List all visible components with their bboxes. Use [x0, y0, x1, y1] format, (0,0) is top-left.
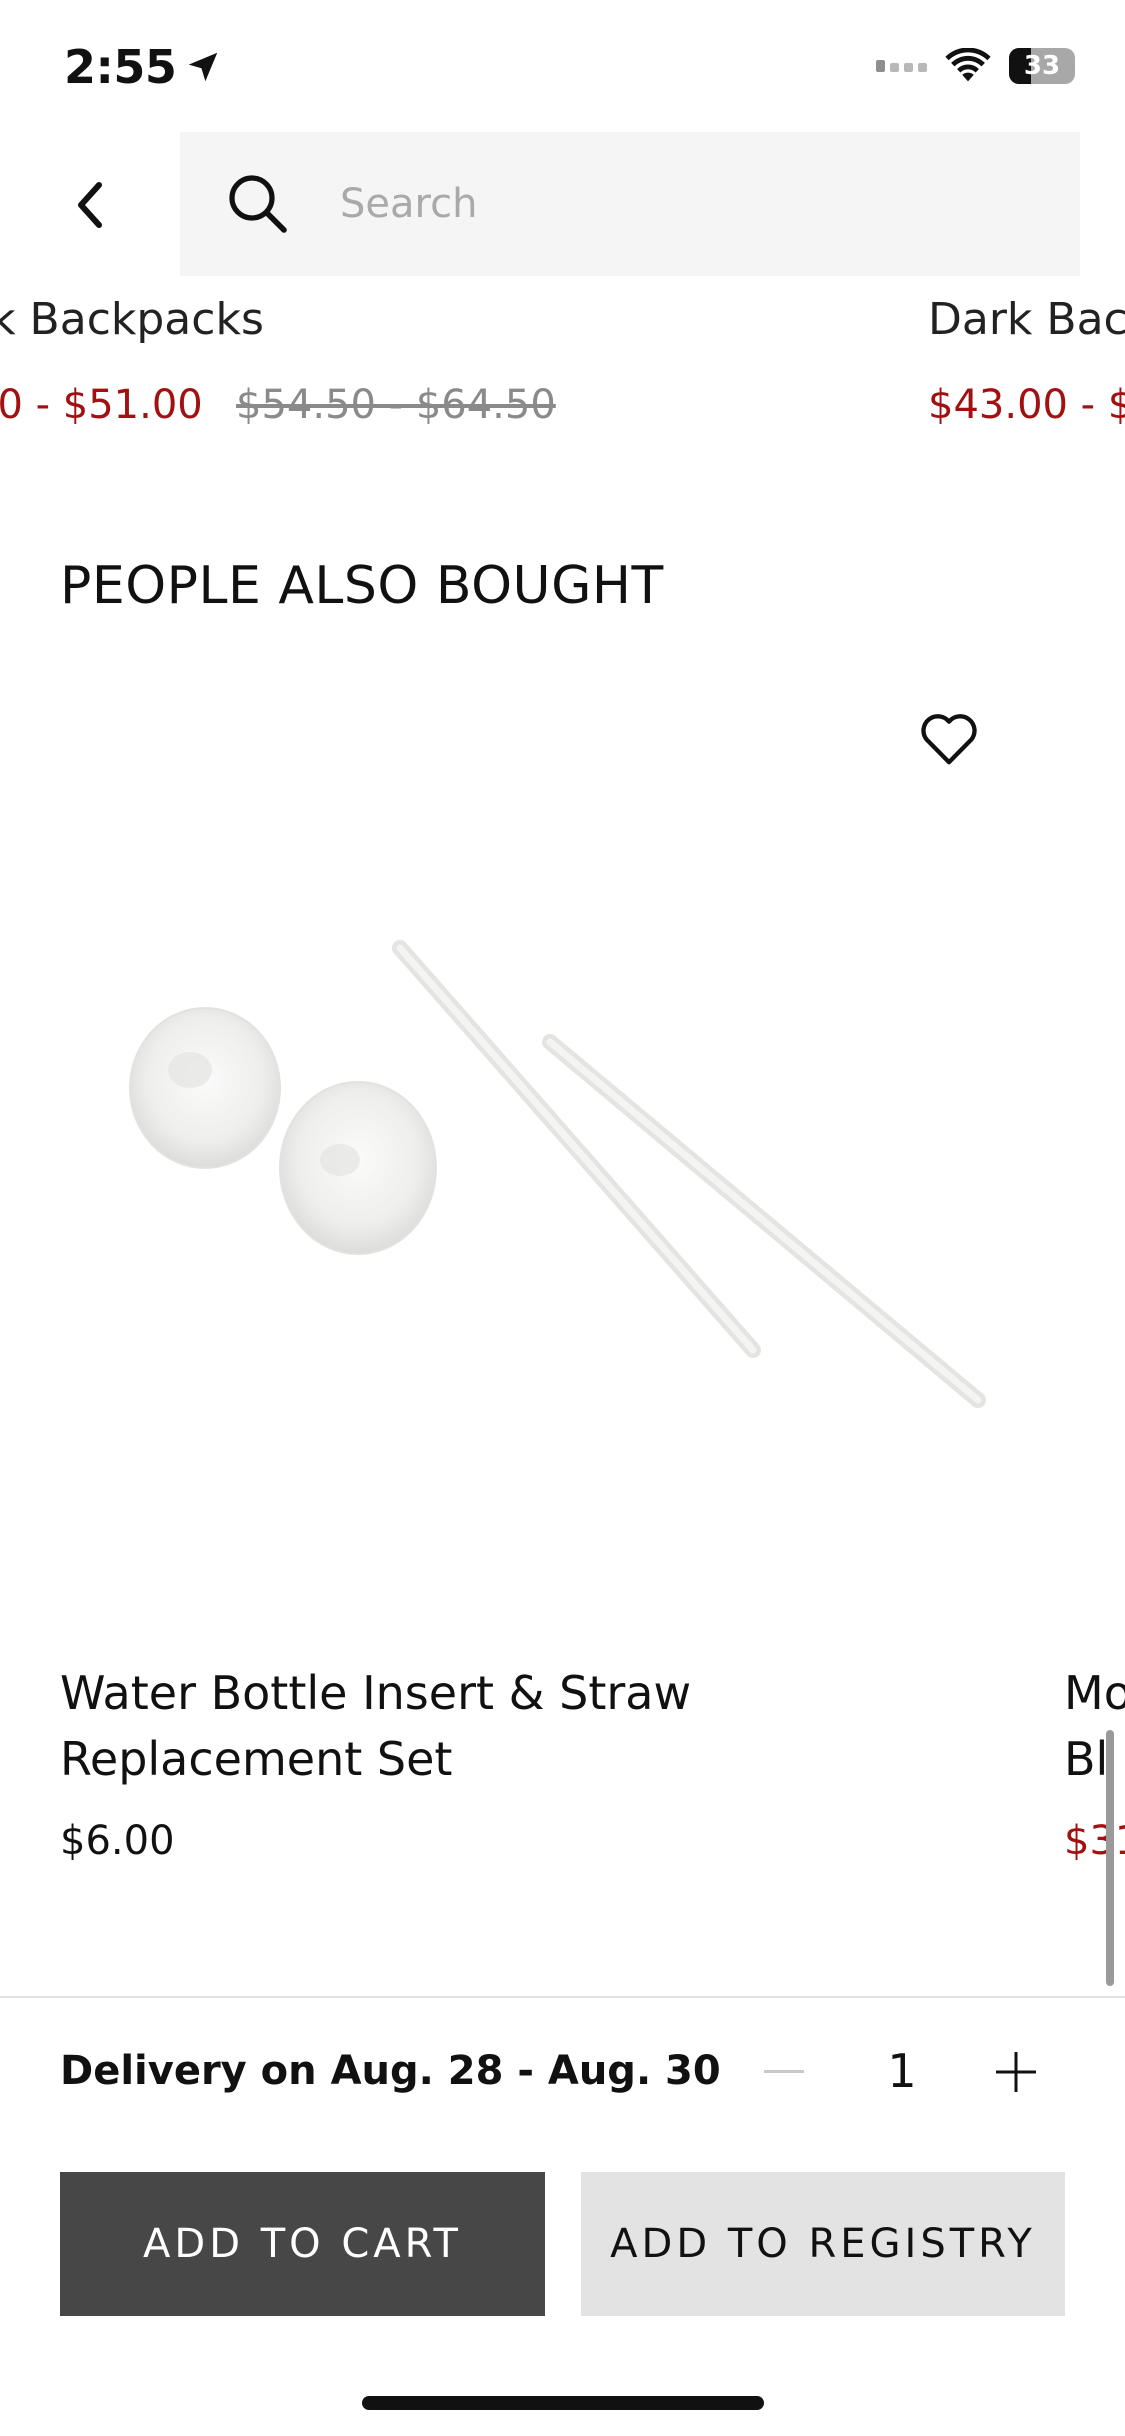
add-to-cart-button[interactable]: ADD TO CART — [60, 2172, 545, 2316]
carousel-item-original-price: $54.50 - $64.50 — [236, 382, 556, 428]
plus-icon — [996, 2052, 1036, 2092]
search-placeholder: Search — [340, 181, 478, 227]
carousel-item-sale-price: $43.00 - $5 — [928, 382, 1125, 428]
divider — [0, 1996, 1125, 1998]
location-arrow-icon — [189, 52, 218, 82]
home-indicator[interactable] — [362, 2396, 764, 2410]
quantity-decrease-button[interactable] — [762, 2048, 806, 2096]
delivery-estimate: Delivery on Aug. 28 - Aug. 30 — [60, 2048, 721, 2094]
status-time: 2:55 — [64, 40, 222, 94]
status-time-text: 2:55 — [64, 40, 177, 94]
battery-level: 33 — [1023, 51, 1061, 81]
add-to-registry-button[interactable]: ADD TO REGISTRY — [581, 2172, 1065, 2316]
carousel-item-sale-price: 00 - $51.00 — [0, 382, 203, 428]
carousel-item-title[interactable]: rk Backpacks — [0, 294, 264, 345]
scrollbar[interactable] — [1106, 1730, 1114, 1986]
carousel-item-title[interactable]: Dark Bac — [928, 294, 1125, 345]
wifi-icon — [945, 48, 991, 82]
quantity-increase-button[interactable] — [994, 2044, 1038, 2100]
battery-icon: 33 — [1009, 48, 1075, 84]
next-product-name-line1: Mo — [1064, 1666, 1125, 1720]
favorite-button[interactable] — [918, 710, 980, 766]
quantity-value: 1 — [887, 2044, 917, 2098]
product-image[interactable] — [110, 920, 1010, 1440]
status-icons: 33 — [876, 48, 1075, 84]
next-product-name[interactable]: Mo Bl — [1064, 1660, 1125, 1792]
next-product-name-line2: Bl — [1064, 1732, 1109, 1786]
minus-icon — [764, 2070, 804, 2073]
chevron-left-icon — [78, 182, 102, 228]
heart-outline-icon — [921, 714, 977, 765]
search-field[interactable]: Search — [180, 132, 1080, 276]
section-title: PEOPLE ALSO BOUGHT — [60, 556, 664, 616]
product-price: $6.00 — [60, 1818, 175, 1864]
back-button[interactable] — [60, 170, 120, 240]
cellular-signal-icon — [876, 60, 927, 72]
search-icon — [229, 175, 287, 233]
product-name[interactable]: Water Bottle Insert & Straw Replacement … — [60, 1660, 740, 1792]
next-product-price: $31 — [1064, 1818, 1125, 1864]
